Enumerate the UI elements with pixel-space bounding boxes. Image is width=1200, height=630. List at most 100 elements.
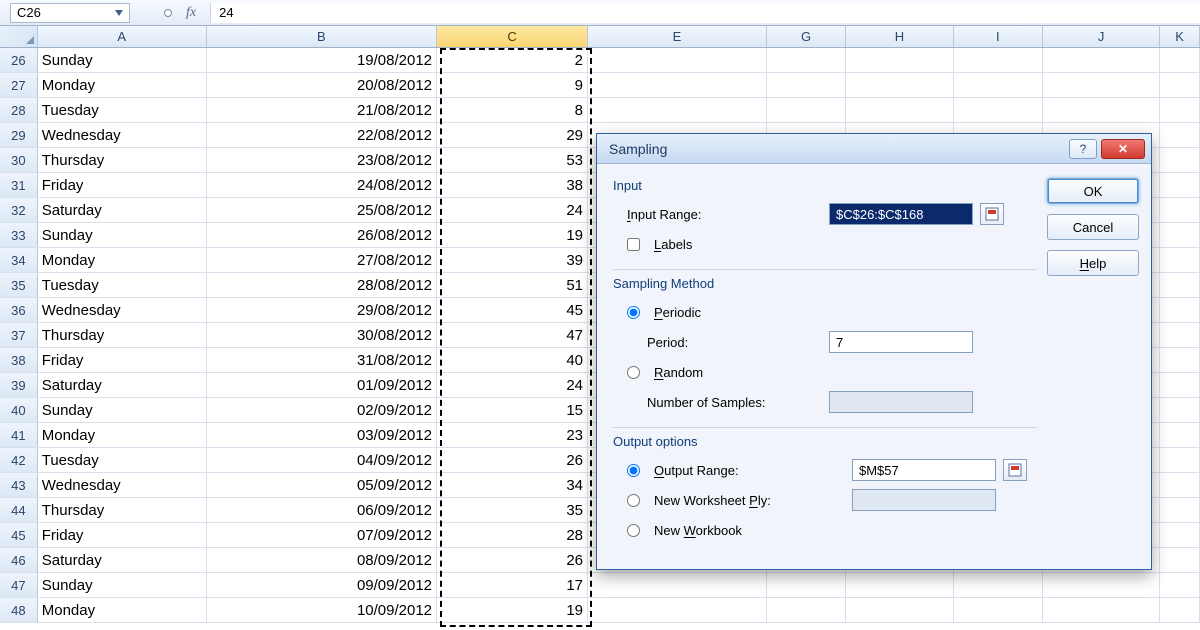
input-range-field[interactable]: $C$26:$C$168 <box>829 203 973 225</box>
row-header[interactable]: 44 <box>0 498 38 522</box>
cell[interactable] <box>1160 248 1200 272</box>
cell[interactable]: Saturday <box>38 373 207 397</box>
row-header[interactable]: 45 <box>0 523 38 547</box>
cell[interactable] <box>1160 498 1200 522</box>
cell[interactable] <box>1043 48 1160 72</box>
cancel-formula-icon[interactable] <box>164 9 172 17</box>
cell[interactable] <box>1160 98 1200 122</box>
cell[interactable]: Monday <box>38 598 207 622</box>
cell[interactable]: 38 <box>437 173 588 197</box>
cell[interactable] <box>846 98 953 122</box>
help-button[interactable]: Help <box>1047 250 1139 276</box>
cell[interactable] <box>588 48 767 72</box>
cell[interactable] <box>588 573 767 597</box>
cell[interactable]: Friday <box>38 348 207 372</box>
cell[interactable]: Wednesday <box>38 473 207 497</box>
cell[interactable]: 45 <box>437 298 588 322</box>
cell[interactable]: 8 <box>437 98 588 122</box>
cell[interactable]: 19/08/2012 <box>207 48 437 72</box>
dialog-close-button[interactable]: ✕ <box>1101 139 1145 159</box>
cell[interactable]: 04/09/2012 <box>207 448 437 472</box>
cell[interactable] <box>1160 198 1200 222</box>
cell[interactable]: 10/09/2012 <box>207 598 437 622</box>
cell[interactable]: 39 <box>437 248 588 272</box>
cell[interactable]: 06/09/2012 <box>207 498 437 522</box>
cell[interactable] <box>1160 548 1200 572</box>
row-header[interactable]: 40 <box>0 398 38 422</box>
labels-checkbox[interactable] <box>627 238 640 251</box>
cell[interactable] <box>1160 573 1200 597</box>
cell[interactable] <box>767 48 847 72</box>
cell[interactable]: Wednesday <box>38 298 207 322</box>
dialog-help-button[interactable]: ? <box>1069 139 1097 159</box>
column-header-g[interactable]: G <box>767 26 846 47</box>
cell[interactable] <box>1160 398 1200 422</box>
cell[interactable] <box>1160 598 1200 622</box>
cell[interactable]: Tuesday <box>38 273 207 297</box>
cell[interactable]: 34 <box>437 473 588 497</box>
new-workbook-radio[interactable] <box>627 524 640 537</box>
row-header[interactable]: 27 <box>0 73 38 97</box>
row-header[interactable]: 41 <box>0 423 38 447</box>
cell[interactable]: Sunday <box>38 398 207 422</box>
cell[interactable]: 53 <box>437 148 588 172</box>
row-header[interactable]: 30 <box>0 148 38 172</box>
cell[interactable]: 28 <box>437 523 588 547</box>
cell[interactable]: 31/08/2012 <box>207 348 437 372</box>
column-header-j[interactable]: J <box>1043 26 1160 47</box>
row-header[interactable]: 48 <box>0 598 38 622</box>
cell[interactable]: 30/08/2012 <box>207 323 437 347</box>
cell[interactable]: 05/09/2012 <box>207 473 437 497</box>
row-header[interactable]: 34 <box>0 248 38 272</box>
cell[interactable]: 26 <box>437 548 588 572</box>
cell[interactable]: 23 <box>437 423 588 447</box>
cell[interactable] <box>1160 448 1200 472</box>
period-field[interactable]: 7 <box>829 331 973 353</box>
cell[interactable] <box>1160 523 1200 547</box>
cell[interactable]: Wednesday <box>38 123 207 147</box>
cell[interactable] <box>1043 573 1160 597</box>
formula-input[interactable]: 24 <box>210 3 1200 23</box>
row-header[interactable]: 36 <box>0 298 38 322</box>
cell[interactable] <box>588 598 767 622</box>
cell[interactable]: 21/08/2012 <box>207 98 437 122</box>
cell[interactable]: 07/09/2012 <box>207 523 437 547</box>
cell[interactable] <box>1043 98 1160 122</box>
row-header[interactable]: 28 <box>0 98 38 122</box>
column-header-e[interactable]: E <box>588 26 767 47</box>
cell[interactable]: 51 <box>437 273 588 297</box>
cell[interactable] <box>1160 173 1200 197</box>
row-header[interactable]: 35 <box>0 273 38 297</box>
cell[interactable] <box>1160 73 1200 97</box>
cell[interactable] <box>1160 148 1200 172</box>
cell[interactable]: Saturday <box>38 548 207 572</box>
cell[interactable] <box>1160 223 1200 247</box>
cell[interactable]: Sunday <box>38 48 207 72</box>
cell[interactable]: Thursday <box>38 323 207 347</box>
cell[interactable] <box>954 98 1043 122</box>
cell[interactable]: 24 <box>437 373 588 397</box>
row-header[interactable]: 42 <box>0 448 38 472</box>
ok-button[interactable]: OK <box>1047 178 1139 204</box>
cell[interactable]: 29 <box>437 123 588 147</box>
output-range-radio[interactable] <box>627 464 640 477</box>
cell[interactable]: Thursday <box>38 498 207 522</box>
cell[interactable] <box>1160 48 1200 72</box>
row-header[interactable]: 46 <box>0 548 38 572</box>
cell[interactable]: Monday <box>38 248 207 272</box>
chevron-down-icon[interactable] <box>115 10 123 16</box>
cell[interactable]: 24 <box>437 198 588 222</box>
select-all-corner[interactable] <box>0 26 38 47</box>
cell[interactable] <box>1160 323 1200 347</box>
cell[interactable]: Sunday <box>38 223 207 247</box>
cell[interactable] <box>1160 273 1200 297</box>
row-header[interactable]: 31 <box>0 173 38 197</box>
cell[interactable]: 28/08/2012 <box>207 273 437 297</box>
cell[interactable] <box>954 573 1043 597</box>
cell[interactable] <box>1160 373 1200 397</box>
column-header-c[interactable]: C <box>437 26 588 47</box>
input-range-picker-icon[interactable] <box>980 203 1004 225</box>
new-worksheet-radio[interactable] <box>627 494 640 507</box>
output-range-picker-icon[interactable] <box>1003 459 1027 481</box>
name-box[interactable]: C26 <box>10 3 130 23</box>
